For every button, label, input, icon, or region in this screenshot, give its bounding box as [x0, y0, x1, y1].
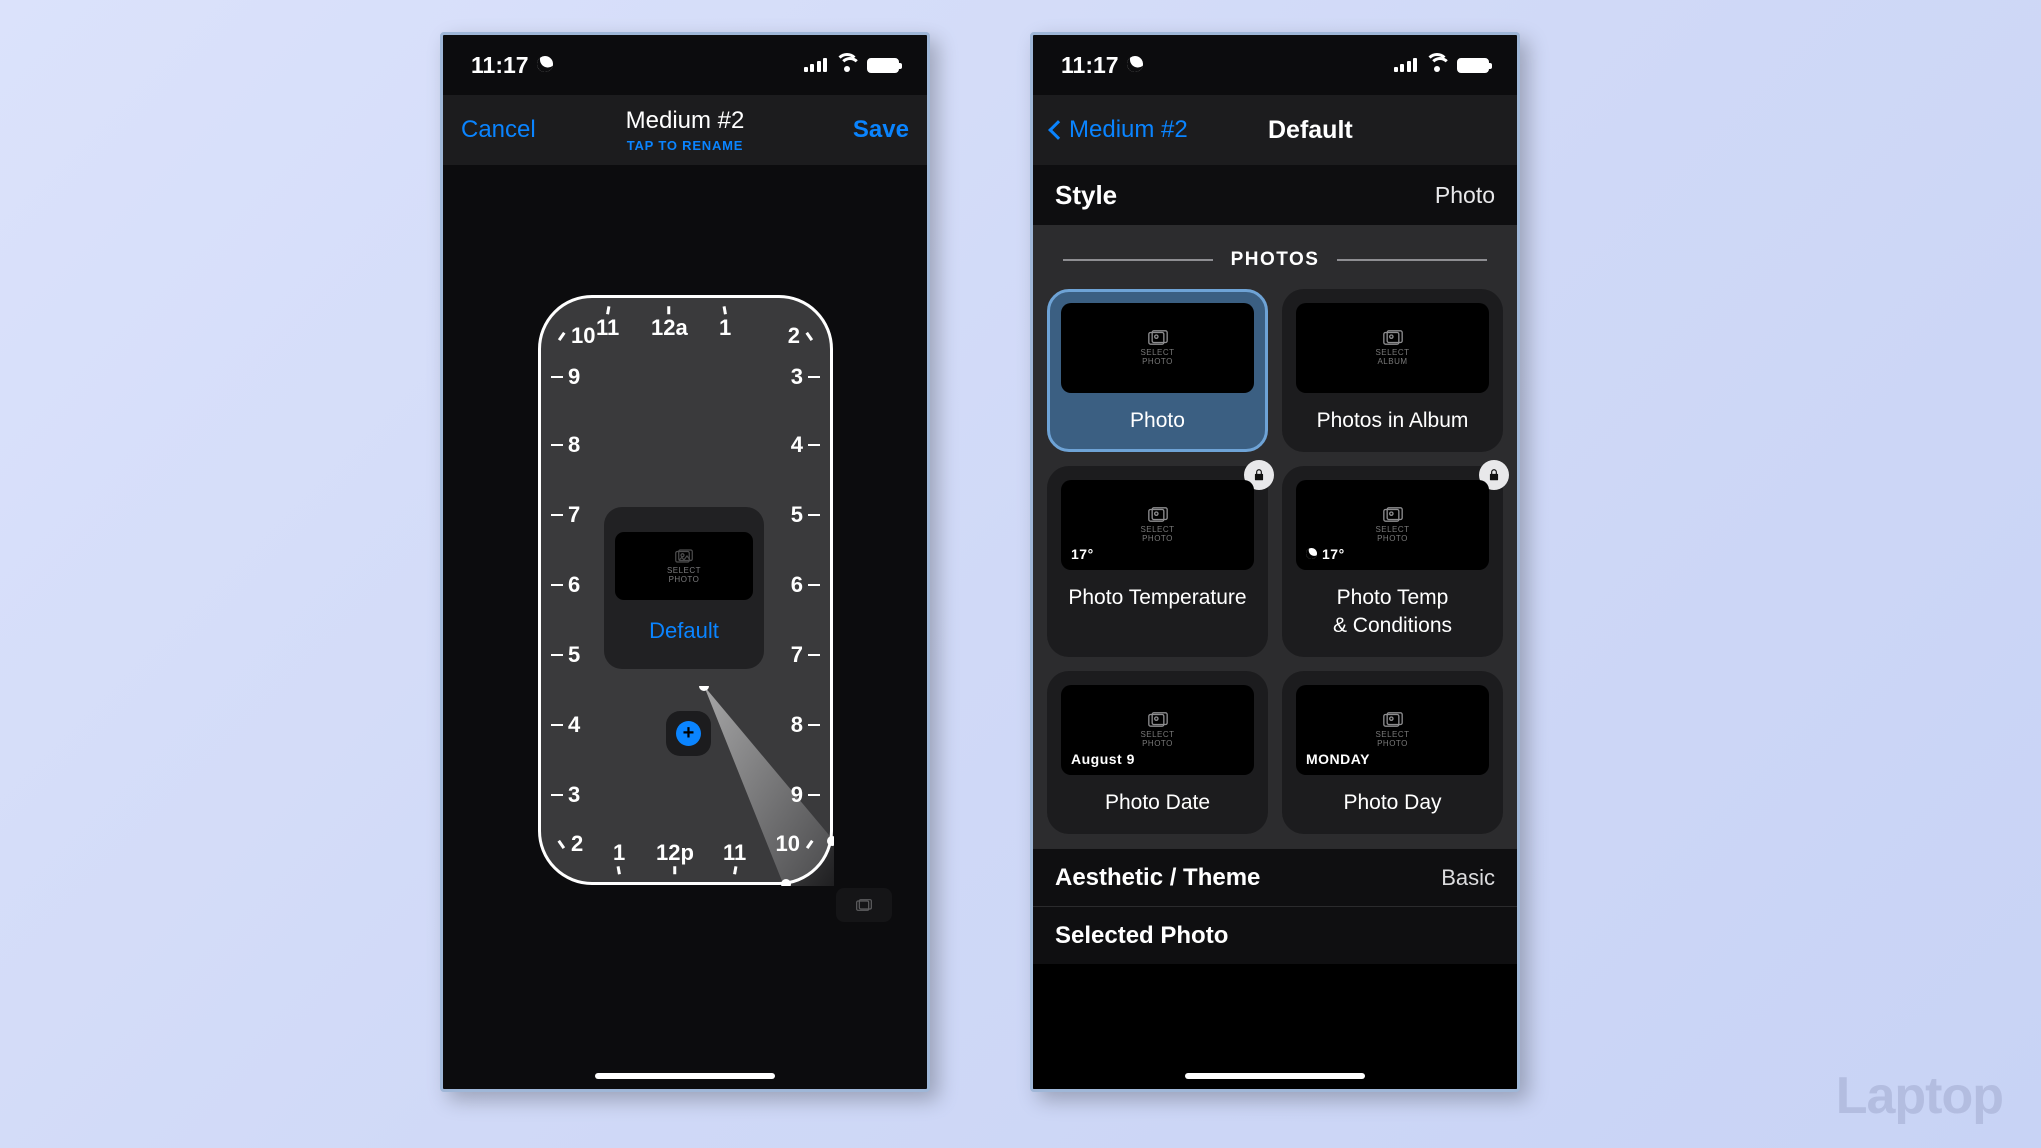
style-cell-photo[interactable]: SELECT PHOTO Photo — [1047, 289, 1268, 452]
overlay-date: August 9 — [1071, 751, 1135, 767]
cell-name: Photo Date — [1105, 789, 1210, 816]
status-bar: 11:17 — [443, 35, 927, 95]
clock-hour-7r: 7 — [791, 642, 820, 668]
home-indicator[interactable] — [595, 1073, 775, 1079]
cell-name: Photo — [1130, 407, 1185, 434]
nav-bar: Medium #2 Default — [1033, 95, 1517, 165]
nav-title: Medium #2 — [626, 107, 745, 135]
clock-hour-11: 11 — [596, 309, 619, 341]
page-title: Default — [1268, 116, 1353, 145]
status-bar: 11:17 — [1033, 35, 1517, 95]
drag-ghost-thumb[interactable] — [836, 888, 892, 922]
clock-hour-10: 10 — [557, 323, 595, 349]
widget-preview-area: 10 11 12a 1 2 9 3 8 4 7 5 6 6 5 7 4 8 3 … — [443, 165, 927, 1089]
clock-hour-4l: 4 — [551, 712, 580, 738]
style-label: Style — [1055, 180, 1117, 211]
style-cell-photo-temp-conditions[interactable]: SELECT PHOTO 17° Photo Temp & Conditions — [1282, 466, 1503, 657]
save-button[interactable]: Save — [809, 116, 909, 144]
aesthetic-value: Basic — [1441, 865, 1495, 891]
clock-hour-5l: 5 — [551, 642, 580, 668]
cell-name: Photo Day — [1343, 789, 1441, 816]
overlay-day: MONDAY — [1306, 751, 1370, 767]
photos-section-header: PHOTOS — [1033, 225, 1517, 289]
style-grid: SELECT PHOTO Photo SELECT ALBUM Photos i… — [1033, 289, 1517, 848]
thumb-album: SELECT ALBUM — [1296, 303, 1489, 393]
clock-hour-9r: 9 — [791, 782, 820, 808]
clock-hour-8l: 8 — [551, 432, 580, 458]
aesthetic-row[interactable]: Aesthetic / Theme Basic — [1033, 848, 1517, 906]
wifi-icon — [836, 57, 858, 73]
overlay-temp: 17° — [1071, 546, 1094, 562]
overlay-tempcond: 17° — [1306, 546, 1345, 562]
clock-hour-9l: 9 — [551, 364, 580, 390]
cancel-button[interactable]: Cancel — [461, 116, 561, 144]
clock-face: 10 11 12a 1 2 9 3 8 4 7 5 6 6 5 7 4 8 3 … — [538, 295, 833, 885]
widget-preview-card[interactable]: SELECT PHOTO Default — [604, 507, 764, 669]
chevron-left-icon — [1048, 120, 1068, 140]
battery-icon — [1457, 58, 1489, 73]
clock-hour-2b: 2 — [557, 831, 583, 857]
cell-name: Photo Temp & Conditions — [1333, 584, 1452, 639]
widget-preview-thumb: SELECT PHOTO — [615, 532, 753, 600]
clock-hour-7l: 7 — [551, 502, 580, 528]
thumb-temp: SELECT PHOTO 17° — [1061, 480, 1254, 570]
wifi-icon — [1426, 57, 1448, 73]
clock-hour-5r: 5 — [791, 502, 820, 528]
style-row[interactable]: Style Photo — [1033, 165, 1517, 225]
nav-subtitle: TAP TO RENAME — [626, 138, 745, 153]
thumb-tempcond: SELECT PHOTO 17° — [1296, 480, 1489, 570]
thumb-photo: SELECT PHOTO — [1061, 303, 1254, 393]
status-time: 11:17 — [471, 52, 529, 79]
clock-hour-2: 2 — [788, 323, 814, 349]
thumb-date: SELECT PHOTO August 9 — [1061, 685, 1254, 775]
nav-bar: Cancel Medium #2 TAP TO RENAME Save — [443, 95, 927, 165]
nav-title-group[interactable]: Medium #2 TAP TO RENAME — [626, 107, 745, 153]
cell-signal-icon — [804, 58, 828, 72]
aesthetic-label: Aesthetic / Theme — [1055, 864, 1260, 892]
cell-name: Photos in Album — [1317, 407, 1469, 434]
home-indicator[interactable] — [1185, 1073, 1365, 1079]
watermark: Laptop — [1836, 1066, 2003, 1126]
status-time: 11:17 — [1061, 52, 1119, 79]
selected-photo-label: Selected Photo — [1055, 922, 1228, 950]
battery-icon — [867, 58, 899, 73]
cell-signal-icon — [1394, 58, 1418, 72]
dnd-moon-icon — [537, 56, 555, 74]
clock-hour-3l: 3 — [551, 782, 580, 808]
clock-hour-4r: 4 — [791, 432, 820, 458]
plus-icon: + — [676, 721, 701, 746]
widget-placeholder-text: SELECT PHOTO — [667, 566, 701, 584]
widget-label: Default — [649, 618, 719, 644]
style-body: Style Photo PHOTOS SELECT PHOTO Photo SE… — [1033, 165, 1517, 1089]
section-title: PHOTOS — [1231, 249, 1320, 271]
add-widget-button[interactable]: + — [666, 711, 711, 756]
clock-hour-6l: 6 — [551, 572, 580, 598]
phone-screenshot-left: 11:17 Cancel Medium #2 TAP TO RENAME Sav… — [440, 32, 930, 1092]
moon-icon — [1306, 548, 1318, 560]
clock-hour-3r: 3 — [791, 364, 820, 390]
phone-screenshot-right: 11:17 Medium #2 Default Style Photo PHOT… — [1030, 32, 1520, 1092]
back-label: Medium #2 — [1069, 116, 1188, 144]
clock-hour-1: 1 — [719, 309, 731, 341]
selected-photo-row[interactable]: Selected Photo — [1033, 906, 1517, 964]
clock-hour-11b: 11 — [723, 840, 746, 872]
clock-hour-12a: 12a — [651, 309, 688, 341]
style-cell-photo-day[interactable]: SELECT PHOTO MONDAY Photo Day — [1282, 671, 1503, 834]
style-cell-photos-in-album[interactable]: SELECT ALBUM Photos in Album — [1282, 289, 1503, 452]
thumb-day: SELECT PHOTO MONDAY — [1296, 685, 1489, 775]
clock-hour-12p: 12p — [656, 840, 694, 872]
dnd-moon-icon — [1127, 56, 1145, 74]
clock-hour-8r: 8 — [791, 712, 820, 738]
clock-hour-1b: 1 — [613, 840, 625, 872]
back-button[interactable]: Medium #2 — [1051, 116, 1188, 144]
style-cell-photo-date[interactable]: SELECT PHOTO August 9 Photo Date — [1047, 671, 1268, 834]
style-cell-photo-temperature[interactable]: SELECT PHOTO 17° Photo Temperature — [1047, 466, 1268, 657]
style-value: Photo — [1435, 182, 1495, 209]
cell-name: Photo Temperature — [1068, 584, 1246, 611]
clock-hour-10b: 10 — [776, 831, 814, 857]
clock-hour-6r: 6 — [791, 572, 820, 598]
